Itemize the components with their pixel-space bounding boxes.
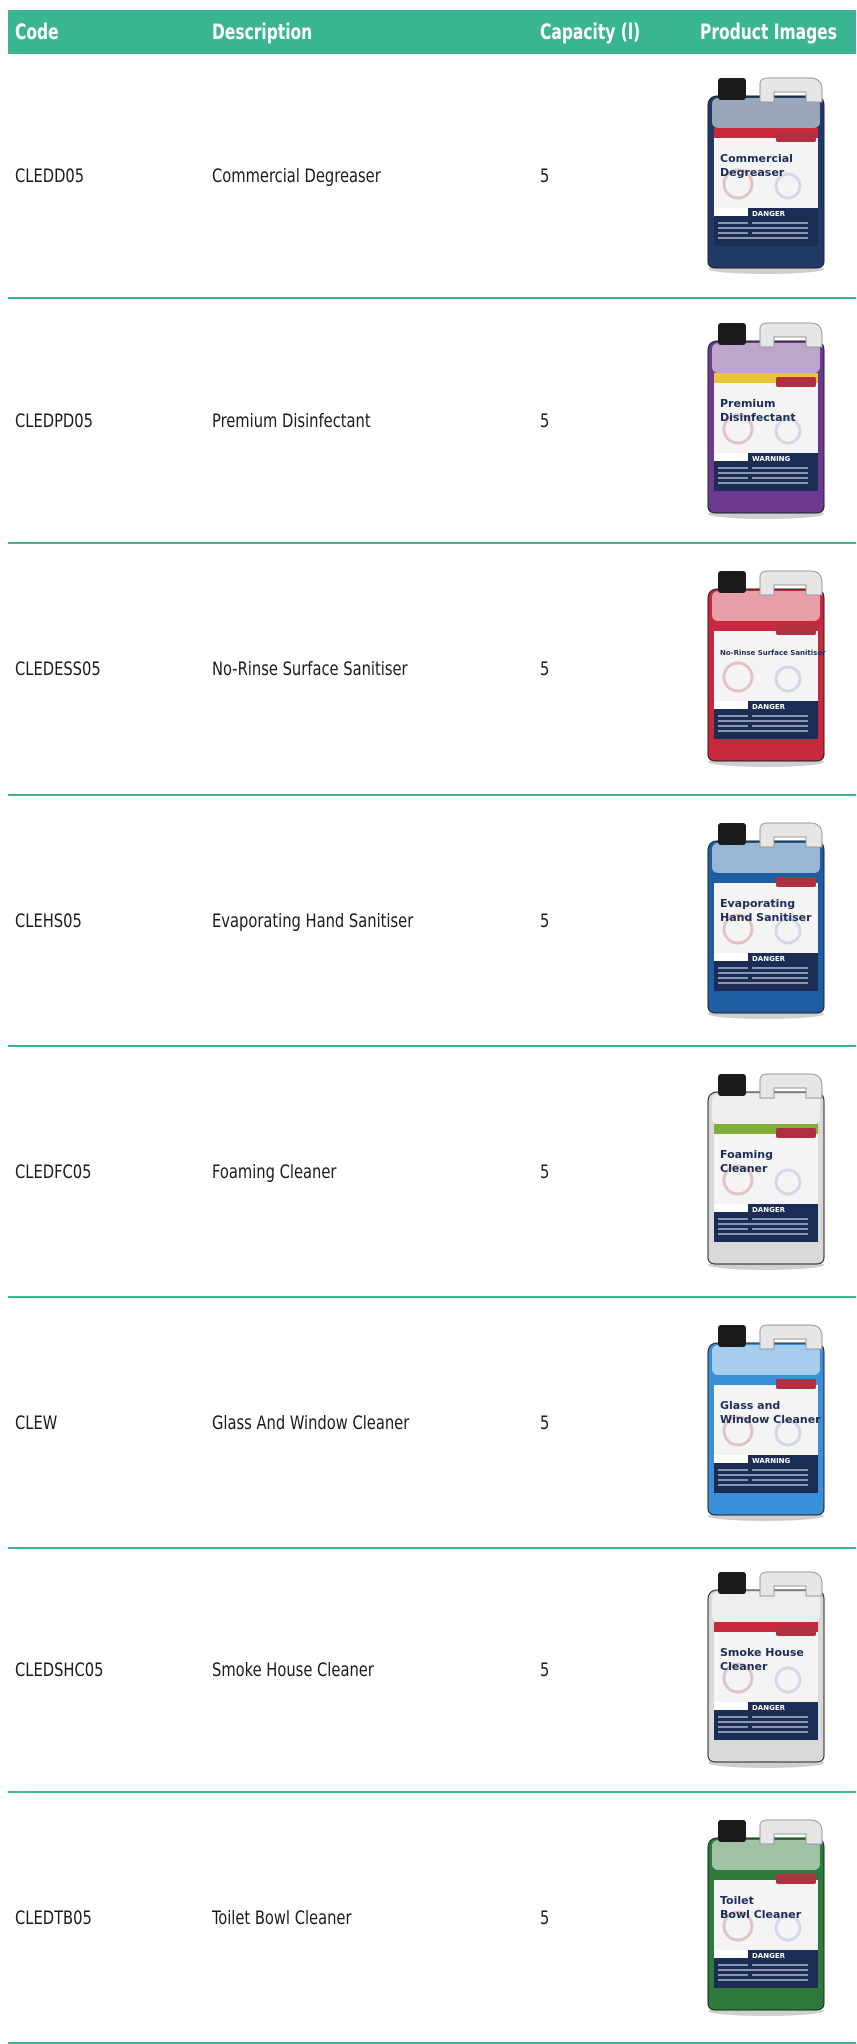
product-image: FoamingCleaner DANGER xyxy=(707,1073,825,1270)
product-table: Code Description Capacity (l) Product Im… xyxy=(8,10,856,2044)
product-description: Toilet Bowl Cleaner xyxy=(212,1906,352,1929)
bottle-signal-word: DANGER xyxy=(752,955,786,963)
header-description: Description xyxy=(212,20,313,44)
bottle-signal-word: DANGER xyxy=(752,210,786,218)
product-capacity: 5 xyxy=(540,409,550,432)
product-image: CommercialDegreaser DANGER xyxy=(707,77,825,274)
product-description: No-Rinse Surface Sanitiser xyxy=(212,658,408,680)
bottle-label-text: Window Cleaner xyxy=(720,1413,821,1426)
product-capacity: 5 xyxy=(540,164,550,187)
table-body: CLEDD05 Commercial Degreaser 5 Commercial De… xyxy=(8,54,856,2044)
product-code: CLEDPD05 xyxy=(15,409,93,432)
product-image: EvaporatingHand Sanitiser DANGER xyxy=(707,822,825,1019)
bottle-label-text: Cleaner xyxy=(720,1162,768,1175)
product-description: Premium Disinfectant xyxy=(212,409,371,432)
bottle-label-text: Foaming xyxy=(720,1148,773,1161)
table-row: CLEDPD05 Premium Disinfectant 5 Premium Disi… xyxy=(8,299,856,544)
product-capacity: 5 xyxy=(540,1160,550,1183)
product-code: CLEDESS05 xyxy=(15,658,101,680)
product-description: Glass And Window Cleaner xyxy=(212,1411,410,1434)
bottle-signal-word: DANGER xyxy=(752,703,786,711)
product-description: Evaporating Hand Sanitiser xyxy=(212,909,414,932)
bottle-signal-word: DANGER xyxy=(752,1704,786,1712)
bottle-signal-word: DANGER xyxy=(752,1206,786,1214)
product-code: CLEDTB05 xyxy=(15,1906,92,1929)
product-capacity: 5 xyxy=(540,909,550,932)
product-description: Commercial Degreaser xyxy=(212,164,381,187)
bottle-label-text: Bowl Cleaner xyxy=(720,1908,802,1921)
product-capacity: 5 xyxy=(540,658,550,680)
table-row: CLEW Glass And Window Cleaner 5 Glass and Wi… xyxy=(8,1298,856,1549)
bottle-signal-word: WARNING xyxy=(752,455,791,463)
table-header: Code Description Capacity (l) Product Im… xyxy=(8,10,856,54)
bottle-label-text: Smoke House xyxy=(720,1646,804,1659)
bottle-label-text: Disinfectant xyxy=(720,411,796,424)
header-code: Code xyxy=(15,20,59,44)
product-image: Smoke HouseCleaner DANGER xyxy=(707,1571,825,1768)
product-code: CLEDSHC05 xyxy=(15,1659,104,1681)
bottle-label-text: Commercial xyxy=(720,152,793,165)
bottle-signal-word: WARNING xyxy=(752,1457,791,1465)
product-image: Glass andWindow Cleaner WARNING xyxy=(707,1324,825,1521)
product-description: Foaming Cleaner xyxy=(212,1160,337,1183)
bottle-label-text: Cleaner xyxy=(720,1660,768,1673)
bottle-label-text: Glass and xyxy=(720,1399,780,1412)
bottle-label-text: No-Rinse Surface Sanitiser xyxy=(720,649,826,657)
product-image: ToiletBowl Cleaner DANGER xyxy=(707,1819,825,2016)
product-code: CLEDFC05 xyxy=(15,1160,92,1183)
header-capacity: Capacity (l) xyxy=(540,20,641,44)
product-description: Smoke House Cleaner xyxy=(212,1659,374,1681)
product-code: CLEDD05 xyxy=(15,164,85,187)
product-image: No-Rinse Surface Sanitiser DANGER xyxy=(707,570,826,767)
table-row: CLEDD05 Commercial Degreaser 5 Commercial De… xyxy=(8,54,856,299)
product-code: CLEW xyxy=(15,1411,58,1434)
table-row: CLEDFC05 Foaming Cleaner 5 Foaming Cleaner DA… xyxy=(8,1047,856,1298)
bottle-signal-word: DANGER xyxy=(752,1952,786,1960)
table-row: CLEDSHC05 Smoke House Cleaner 5 Smoke House… xyxy=(8,1549,856,1793)
bottle-label-text: Hand Sanitiser xyxy=(720,911,812,924)
bottle-label-text: Degreaser xyxy=(720,166,785,179)
bottle-label-text: Evaporating xyxy=(720,897,795,910)
product-image: PremiumDisinfectant WARNING xyxy=(707,322,825,519)
table-row: CLEHS05 Evaporating Hand Sanitiser 5 Evapor… xyxy=(8,796,856,1047)
bottle-label-text: Premium xyxy=(720,397,775,410)
product-capacity: 5 xyxy=(540,1659,550,1681)
table-row: CLEDTB05 Toilet Bowl Cleaner 5 Toilet Bowl C… xyxy=(8,1793,856,2044)
product-capacity: 5 xyxy=(540,1411,550,1434)
product-capacity: 5 xyxy=(540,1906,550,1929)
table-row: CLEDESS05 No-Rinse Surface Sanitiser 5 No-R… xyxy=(8,544,856,796)
header-product-images: Product Images xyxy=(700,20,837,44)
product-code: CLEHS05 xyxy=(15,909,82,932)
bottle-label-text: Toilet xyxy=(720,1894,754,1907)
